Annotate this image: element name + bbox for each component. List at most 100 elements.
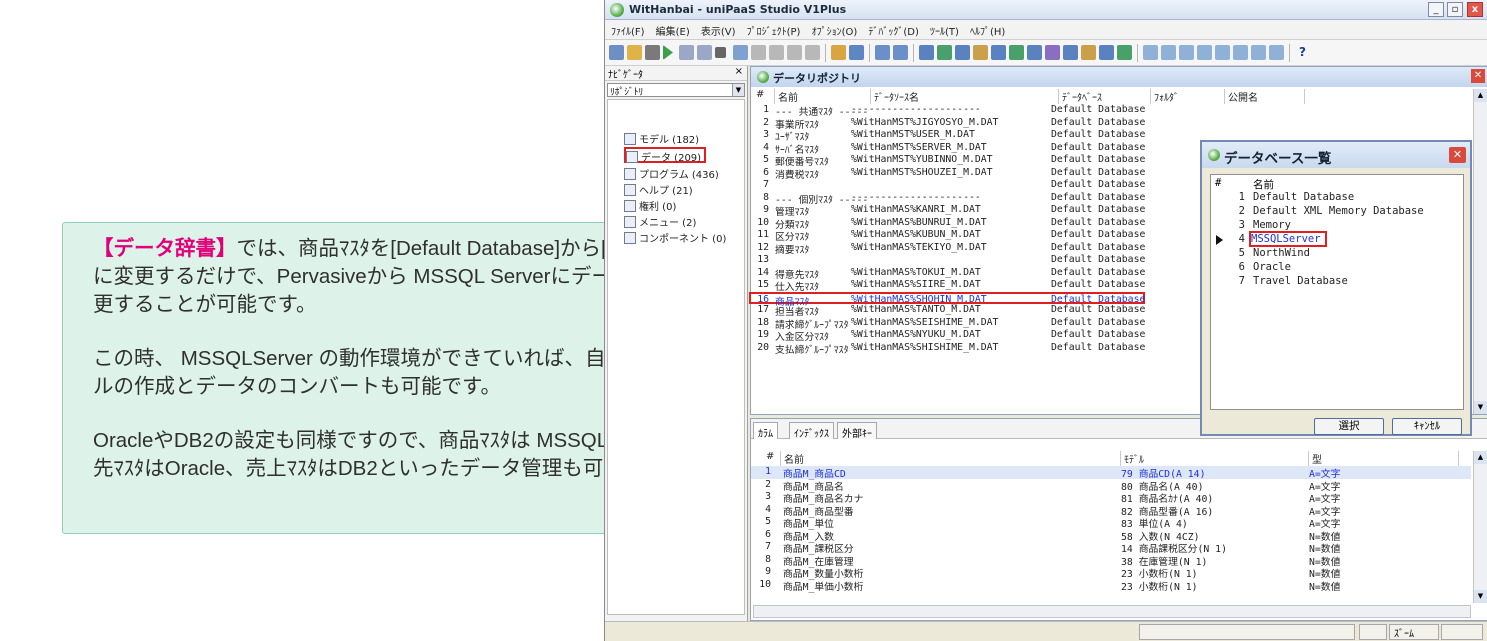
tree-item-data[interactable]: データ (209) (624, 147, 707, 164)
tab-foreign-keys[interactable]: 外部ｷｰ (837, 422, 877, 440)
tile2-icon[interactable] (1161, 45, 1176, 60)
database-list-item[interactable]: 7 Travel Database (1211, 275, 1451, 289)
table-row[interactable]: 3 商品M_商品名カナ 81 商品名ｶﾅ(A 40) A=文字 (751, 491, 1471, 505)
step-icon[interactable] (697, 45, 712, 60)
window6-icon[interactable] (1009, 45, 1024, 60)
menu-edit[interactable]: 編集(E) (656, 23, 690, 38)
window11-icon[interactable] (1099, 45, 1114, 60)
menu-options[interactable]: ｵﾌﾟｼｮﾝ(O) (812, 23, 858, 38)
table-row[interactable]: 6 商品M_入数 58 入数(N 4CZ) N=数値 (751, 529, 1471, 543)
database-list-item[interactable]: 3 Memory (1211, 219, 1451, 233)
print-icon[interactable] (645, 45, 660, 60)
pause-icon[interactable] (751, 45, 766, 60)
run-icon[interactable] (663, 45, 673, 60)
menu-help[interactable]: ﾍﾙﾌﾟ(H) (970, 23, 1005, 38)
window2-icon[interactable] (937, 45, 952, 60)
close-icon[interactable]: ✕ (1449, 147, 1466, 163)
column-header-num[interactable]: # (763, 451, 781, 466)
column-header-datasource[interactable]: ﾃﾞｰﾀｿｰｽ名 (871, 89, 1059, 104)
close-icon[interactable]: ✕ (1471, 69, 1485, 83)
table-row[interactable]: 5 商品M_単位 83 単位(A 4) A=文字 (751, 516, 1471, 530)
cancel-button[interactable]: ｷｬﾝｾﾙ (1392, 418, 1462, 435)
columns-scrollbar[interactable]: ▲ ▼ (1473, 451, 1487, 603)
tree-item-help[interactable]: ヘルプ (21) (624, 182, 693, 198)
table-row[interactable]: 7 商品M_課税区分 14 商品課税区分(N 1) N=数値 (751, 541, 1471, 555)
tab-columns[interactable]: ｶﾗﾑ (753, 422, 778, 440)
column-header-name[interactable]: 名前 (781, 451, 1121, 466)
tile1-icon[interactable] (1143, 45, 1158, 60)
window4-icon[interactable] (973, 45, 988, 60)
column-header-type[interactable]: 型 (1309, 451, 1459, 466)
tree-item-program[interactable]: プログラム (436) (624, 166, 719, 182)
column-header-folder[interactable]: ﾌｫﾙﾀﾞ (1151, 89, 1225, 104)
list-icon[interactable] (893, 45, 908, 60)
database-list-item[interactable]: 2 Default XML Memory Database (1211, 205, 1451, 219)
tree-item-menu[interactable]: メニュー (2) (624, 214, 696, 230)
scroll-up-icon[interactable]: ▲ (1474, 451, 1487, 464)
tab-indexes[interactable]: ｲﾝﾃﾞｯｸｽ (789, 422, 834, 440)
window9-icon[interactable] (1063, 45, 1078, 60)
window7-icon[interactable] (1027, 45, 1042, 60)
tile6-icon[interactable] (1233, 45, 1248, 60)
preview-icon[interactable] (733, 45, 748, 60)
window1-icon[interactable] (919, 45, 934, 60)
column-header-database[interactable]: ﾃﾞｰﾀﾍﾞｰｽ (1059, 89, 1151, 104)
tile3-icon[interactable] (1179, 45, 1194, 60)
menu-project[interactable]: ﾌﾟﾛｼﾞｪｸﾄ(P) (747, 23, 801, 38)
close-window-button[interactable]: x (1467, 2, 1483, 17)
table-row[interactable]: 2 商品M_商品名 80 商品名(A 40) A=文字 (751, 479, 1471, 493)
menu-debug[interactable]: ﾃﾞﾊﾞｯｸﾞ(D) (868, 23, 919, 38)
table-row[interactable]: 16 商品ﾏｽﾀ %WitHanMAS%SHOHIN_M.DAT Default Da… (749, 291, 1145, 308)
database-list-item[interactable]: 5 NorthWind (1211, 247, 1451, 261)
open-icon[interactable] (627, 45, 642, 60)
tree-item-component[interactable]: コンポーネント (0) (624, 230, 726, 246)
maximize-button[interactable]: ▫ (1447, 2, 1463, 17)
horizontal-scrollbar[interactable] (753, 605, 1471, 618)
grid-icon[interactable] (769, 45, 784, 60)
scroll-down-icon[interactable]: ▼ (1474, 401, 1487, 414)
table-row[interactable]: 1 商品M_商品CD 79 商品CD(A 14) A=文字 (751, 466, 1471, 480)
tree-item-rights[interactable]: 権利 (0) (624, 198, 676, 214)
table-row[interactable]: 8 商品M_在庫管理 38 在庫管理(N 1) N=数値 (751, 554, 1471, 568)
tile4-icon[interactable] (1197, 45, 1212, 60)
table-row[interactable]: 1 --- 共通ﾏｽﾀ ----- ---------------------- De… (751, 104, 1473, 118)
chevron-down-icon[interactable]: ▼ (732, 84, 744, 96)
database-list-item[interactable]: 4 MSSQLServer (1211, 231, 1451, 247)
find-icon[interactable] (875, 45, 890, 60)
database-list-item[interactable]: 6 Oracle (1211, 261, 1451, 275)
repository-scrollbar[interactable]: ▲ ▼ (1473, 89, 1487, 414)
tile5-icon[interactable] (1215, 45, 1230, 60)
column-header-public-name[interactable]: 公開名 (1225, 89, 1305, 104)
tools-icon[interactable] (831, 45, 846, 60)
stop-icon[interactable] (715, 47, 726, 58)
navigator-close-icon[interactable]: × (735, 66, 743, 77)
window12-icon[interactable] (1117, 45, 1132, 60)
table-row[interactable]: 4 商品M_商品型番 82 商品型番(A 16) A=文字 (751, 504, 1471, 518)
select-button[interactable]: 選択 (1314, 418, 1384, 435)
column-header-num[interactable]: # (753, 89, 775, 104)
column-header-name[interactable]: 名前 (775, 89, 871, 104)
window8-icon[interactable] (1045, 45, 1060, 60)
minimize-button[interactable]: _ (1428, 2, 1444, 17)
scroll-down-icon[interactable]: ▼ (1474, 590, 1487, 603)
navigator-combo[interactable]: ﾘﾎﾟｼﾞﾄﾘ ▼ (607, 83, 745, 98)
column-header-model[interactable]: ﾓﾃﾞﾙ (1121, 451, 1309, 466)
menu-tools[interactable]: ﾂｰﾙ(T) (930, 23, 959, 38)
grid2-icon[interactable] (787, 45, 802, 60)
help-icon[interactable]: ? (1295, 45, 1310, 60)
menu-view[interactable]: 表示(V) (701, 23, 736, 38)
window10-icon[interactable] (1081, 45, 1096, 60)
tile8-icon[interactable] (1269, 45, 1284, 60)
tree-item-model[interactable]: モデル (182) (624, 131, 699, 147)
chart-icon[interactable] (849, 45, 864, 60)
new-icon[interactable] (609, 45, 624, 60)
grid3-icon[interactable] (805, 45, 820, 60)
window3-icon[interactable] (955, 45, 970, 60)
database-list-item[interactable]: 1 Default Database (1211, 191, 1451, 205)
window5-icon[interactable] (991, 45, 1006, 60)
tile7-icon[interactable] (1251, 45, 1266, 60)
table-row[interactable]: 10 商品M_単価小数桁 23 小数桁(N 1) N=数値 (751, 579, 1471, 593)
menu-file[interactable]: ﾌｧｲﾙ(F) (611, 23, 645, 38)
scroll-up-icon[interactable]: ▲ (1474, 89, 1487, 102)
table-row[interactable]: 9 商品M_数量小数桁 23 小数桁(N 1) N=数値 (751, 566, 1471, 580)
